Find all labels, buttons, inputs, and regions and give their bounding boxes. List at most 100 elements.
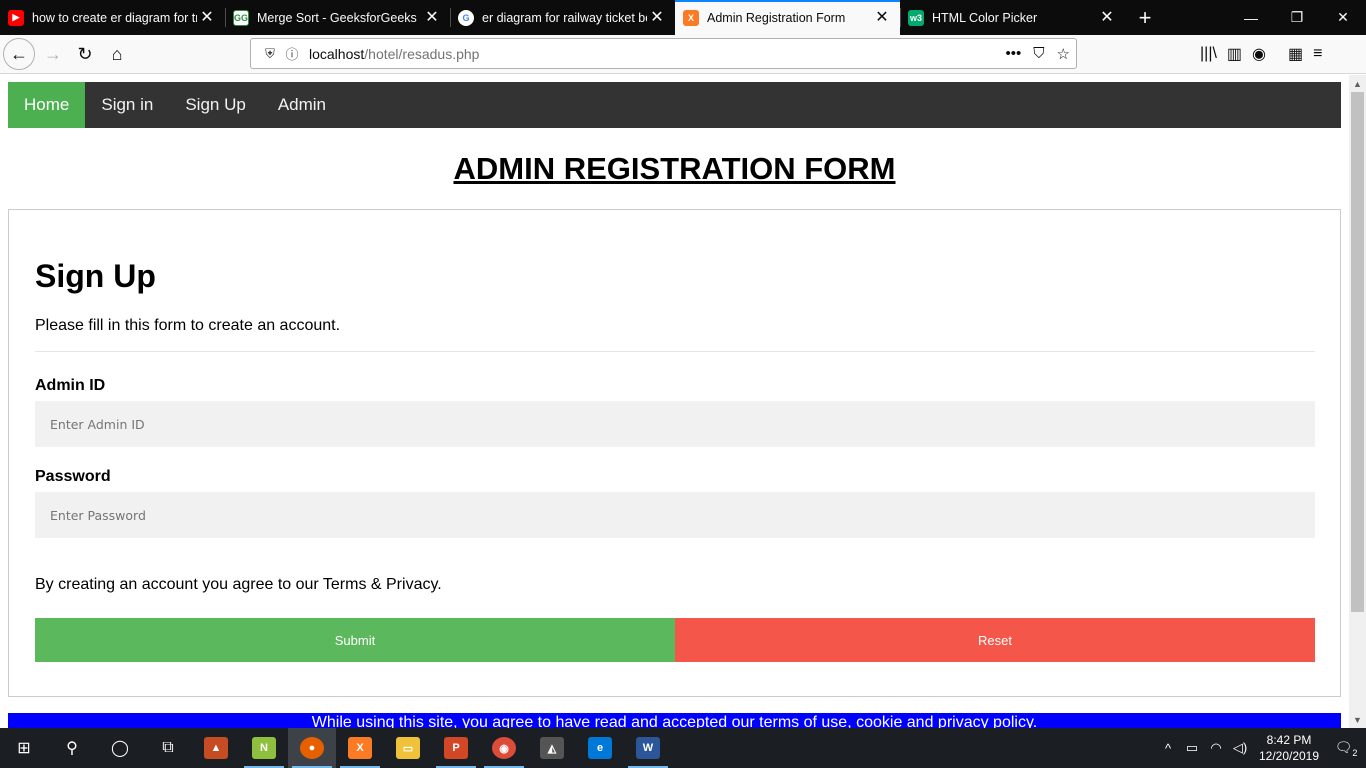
- start-button[interactable]: ⊞: [0, 728, 48, 768]
- tray-chevron-icon[interactable]: ^: [1156, 741, 1180, 756]
- submit-button[interactable]: Submit: [35, 618, 675, 662]
- scroll-down-icon[interactable]: ▼: [1349, 711, 1366, 728]
- firefox-glyph: ●: [300, 737, 324, 759]
- form-title: Sign Up: [35, 258, 156, 294]
- close-tab-icon[interactable]: ✕: [422, 9, 442, 26]
- clock[interactable]: 8:42 PM 12/20/2019: [1252, 732, 1326, 764]
- close-window-button[interactable]: ✕: [1320, 0, 1366, 35]
- scrollbar-thumb[interactable]: [1351, 92, 1364, 612]
- matlab-icon[interactable]: ▲: [192, 728, 240, 768]
- window-controls: — ❐ ✕: [1228, 0, 1366, 35]
- search-icon[interactable]: ⚲: [48, 728, 96, 768]
- powerpoint-icon[interactable]: P: [432, 728, 480, 768]
- photos-glyph: ◭: [540, 737, 564, 759]
- photos-icon[interactable]: ◭: [528, 728, 576, 768]
- url-host: localhost: [309, 45, 365, 62]
- cortana-icon[interactable]: ◯: [96, 728, 144, 768]
- admin-id-input[interactable]: [35, 401, 1315, 447]
- nav-admin-link[interactable]: Admin: [262, 82, 342, 128]
- forward-button[interactable]: →: [37, 38, 69, 70]
- youtube-icon: ▶: [8, 9, 24, 26]
- browser-tab[interactable]: GG Merge Sort - GeeksforGeeks ✕: [225, 0, 450, 35]
- nav-home-link[interactable]: Home: [8, 82, 86, 128]
- volume-icon[interactable]: ◁): [1228, 740, 1252, 756]
- wifi-icon[interactable]: ◠: [1204, 740, 1228, 756]
- edge-glyph: e: [588, 737, 612, 759]
- library-icon[interactable]: |||\: [1200, 45, 1217, 63]
- nav-sign-in-link[interactable]: Sign in: [85, 82, 169, 128]
- tab-title: Admin Registration Form: [707, 10, 846, 25]
- page-heading: ADMIN REGISTRATION FORM: [453, 151, 896, 186]
- chrome-glyph: ◉: [492, 737, 516, 759]
- notepad-plus-glyph: N: [252, 737, 276, 759]
- browser-tab-strip: ▶ how to create er diagram for tr ✕ GG M…: [0, 0, 1366, 35]
- close-tab-icon[interactable]: ✕: [872, 9, 892, 26]
- battery-icon[interactable]: ▭: [1180, 740, 1204, 756]
- close-tab-icon[interactable]: ✕: [197, 9, 217, 26]
- task-view-icon[interactable]: ⧉: [144, 728, 192, 768]
- tab-title: er diagram for railway ticket bo: [482, 10, 647, 25]
- powerpoint-glyph: P: [444, 737, 468, 759]
- menu-icon[interactable]: ≡: [1313, 45, 1322, 63]
- password-input[interactable]: [35, 492, 1315, 538]
- geeksforgeeks-icon: GG: [233, 9, 249, 26]
- reload-button[interactable]: ↻: [69, 38, 101, 70]
- page-viewport: Home Sign in Sign Up Admin ADMIN REGISTR…: [0, 75, 1349, 728]
- browser-tab-active[interactable]: X Admin Registration Form ✕: [675, 0, 900, 35]
- pocket-icon[interactable]: ⛉: [1033, 45, 1044, 62]
- notification-count: 2: [1352, 747, 1358, 758]
- nav-sign-up-link[interactable]: Sign Up: [169, 82, 261, 128]
- windows-taskbar: ⊞ ⚲ ◯ ⧉ ▲ N ● X ▭ P ◉ ◭ e W ^ ▭ ◠ ◁) 8:4…: [0, 728, 1366, 768]
- file-explorer-icon[interactable]: ▭: [384, 728, 432, 768]
- close-tab-icon[interactable]: ✕: [647, 9, 667, 26]
- edge-icon[interactable]: e: [576, 728, 624, 768]
- back-button[interactable]: ←: [3, 38, 35, 70]
- page-actions-icon[interactable]: •••: [1006, 45, 1022, 62]
- matlab-glyph: ▲: [204, 737, 228, 759]
- browser-toolbar: ← → ↻ ⌂ ⛨ ⓘ localhost/hotel/resadus.php …: [0, 35, 1366, 74]
- google-icon: G: [458, 9, 474, 26]
- account-icon[interactable]: ◉: [1252, 44, 1266, 64]
- form-subtitle: Please fill in this form to create an ac…: [35, 317, 341, 334]
- form-divider: [35, 351, 1315, 352]
- registration-form: Sign Up Please fill in this form to crea…: [8, 209, 1341, 697]
- scroll-up-icon[interactable]: ▲: [1349, 75, 1366, 92]
- firefox-icon[interactable]: ●: [288, 728, 336, 768]
- browser-tab[interactable]: ▶ how to create er diagram for tr ✕: [0, 0, 225, 35]
- browser-tab[interactable]: G er diagram for railway ticket bo ✕: [450, 0, 675, 35]
- new-tab-button[interactable]: +: [1125, 0, 1165, 35]
- clock-date: 12/20/2019: [1258, 749, 1320, 763]
- notification-icon: 🗨: [1334, 738, 1353, 755]
- browser-tab[interactable]: w3 HTML Color Picker ✕: [900, 0, 1125, 35]
- site-info-icon[interactable]: ⓘ: [281, 44, 303, 63]
- notifications-button[interactable]: 🗨2: [1326, 739, 1366, 758]
- password-label: Password: [35, 468, 111, 485]
- bookmark-star-icon[interactable]: ☆: [1057, 45, 1070, 63]
- xampp-icon[interactable]: X: [336, 728, 384, 768]
- admin-id-label: Admin ID: [35, 377, 106, 394]
- system-tray: ^ ▭ ◠ ◁) 8:42 PM 12/20/2019 🗨2: [1156, 728, 1366, 768]
- url-bar[interactable]: ⛨ ⓘ localhost/hotel/resadus.php ••• ⛉ ☆: [250, 38, 1077, 69]
- toolbar-right: |||\ ▥ ◉ ▦ ≡: [1200, 38, 1322, 70]
- home-button[interactable]: ⌂: [101, 38, 133, 70]
- xampp-glyph: X: [348, 737, 372, 759]
- xampp-icon: X: [683, 9, 699, 26]
- extensions-icon[interactable]: ▦: [1288, 44, 1303, 64]
- url-actions: ••• ⛉ ☆: [1006, 39, 1070, 68]
- page-scrollbar[interactable]: ▲ ▼: [1349, 75, 1366, 728]
- url-path: /hotel/resadus.php: [364, 45, 480, 62]
- word-icon[interactable]: W: [624, 728, 672, 768]
- reset-button[interactable]: Reset: [675, 618, 1315, 662]
- tab-title: HTML Color Picker: [932, 10, 1038, 25]
- restore-button[interactable]: ❐: [1274, 0, 1320, 35]
- chrome-icon[interactable]: ◉: [480, 728, 528, 768]
- notepad-plus-icon[interactable]: N: [240, 728, 288, 768]
- minimize-button[interactable]: —: [1228, 0, 1274, 35]
- tab-title: how to create er diagram for tr: [32, 10, 197, 25]
- close-tab-icon[interactable]: ✕: [1097, 9, 1117, 26]
- cookie-notice: While using this site, you agree to have…: [8, 713, 1341, 728]
- tab-title: Merge Sort - GeeksforGeeks: [257, 10, 417, 25]
- file-explorer-glyph: ▭: [396, 737, 420, 759]
- tracking-protection-icon[interactable]: ⛨: [259, 46, 281, 62]
- sidebar-icon[interactable]: ▥: [1227, 44, 1242, 64]
